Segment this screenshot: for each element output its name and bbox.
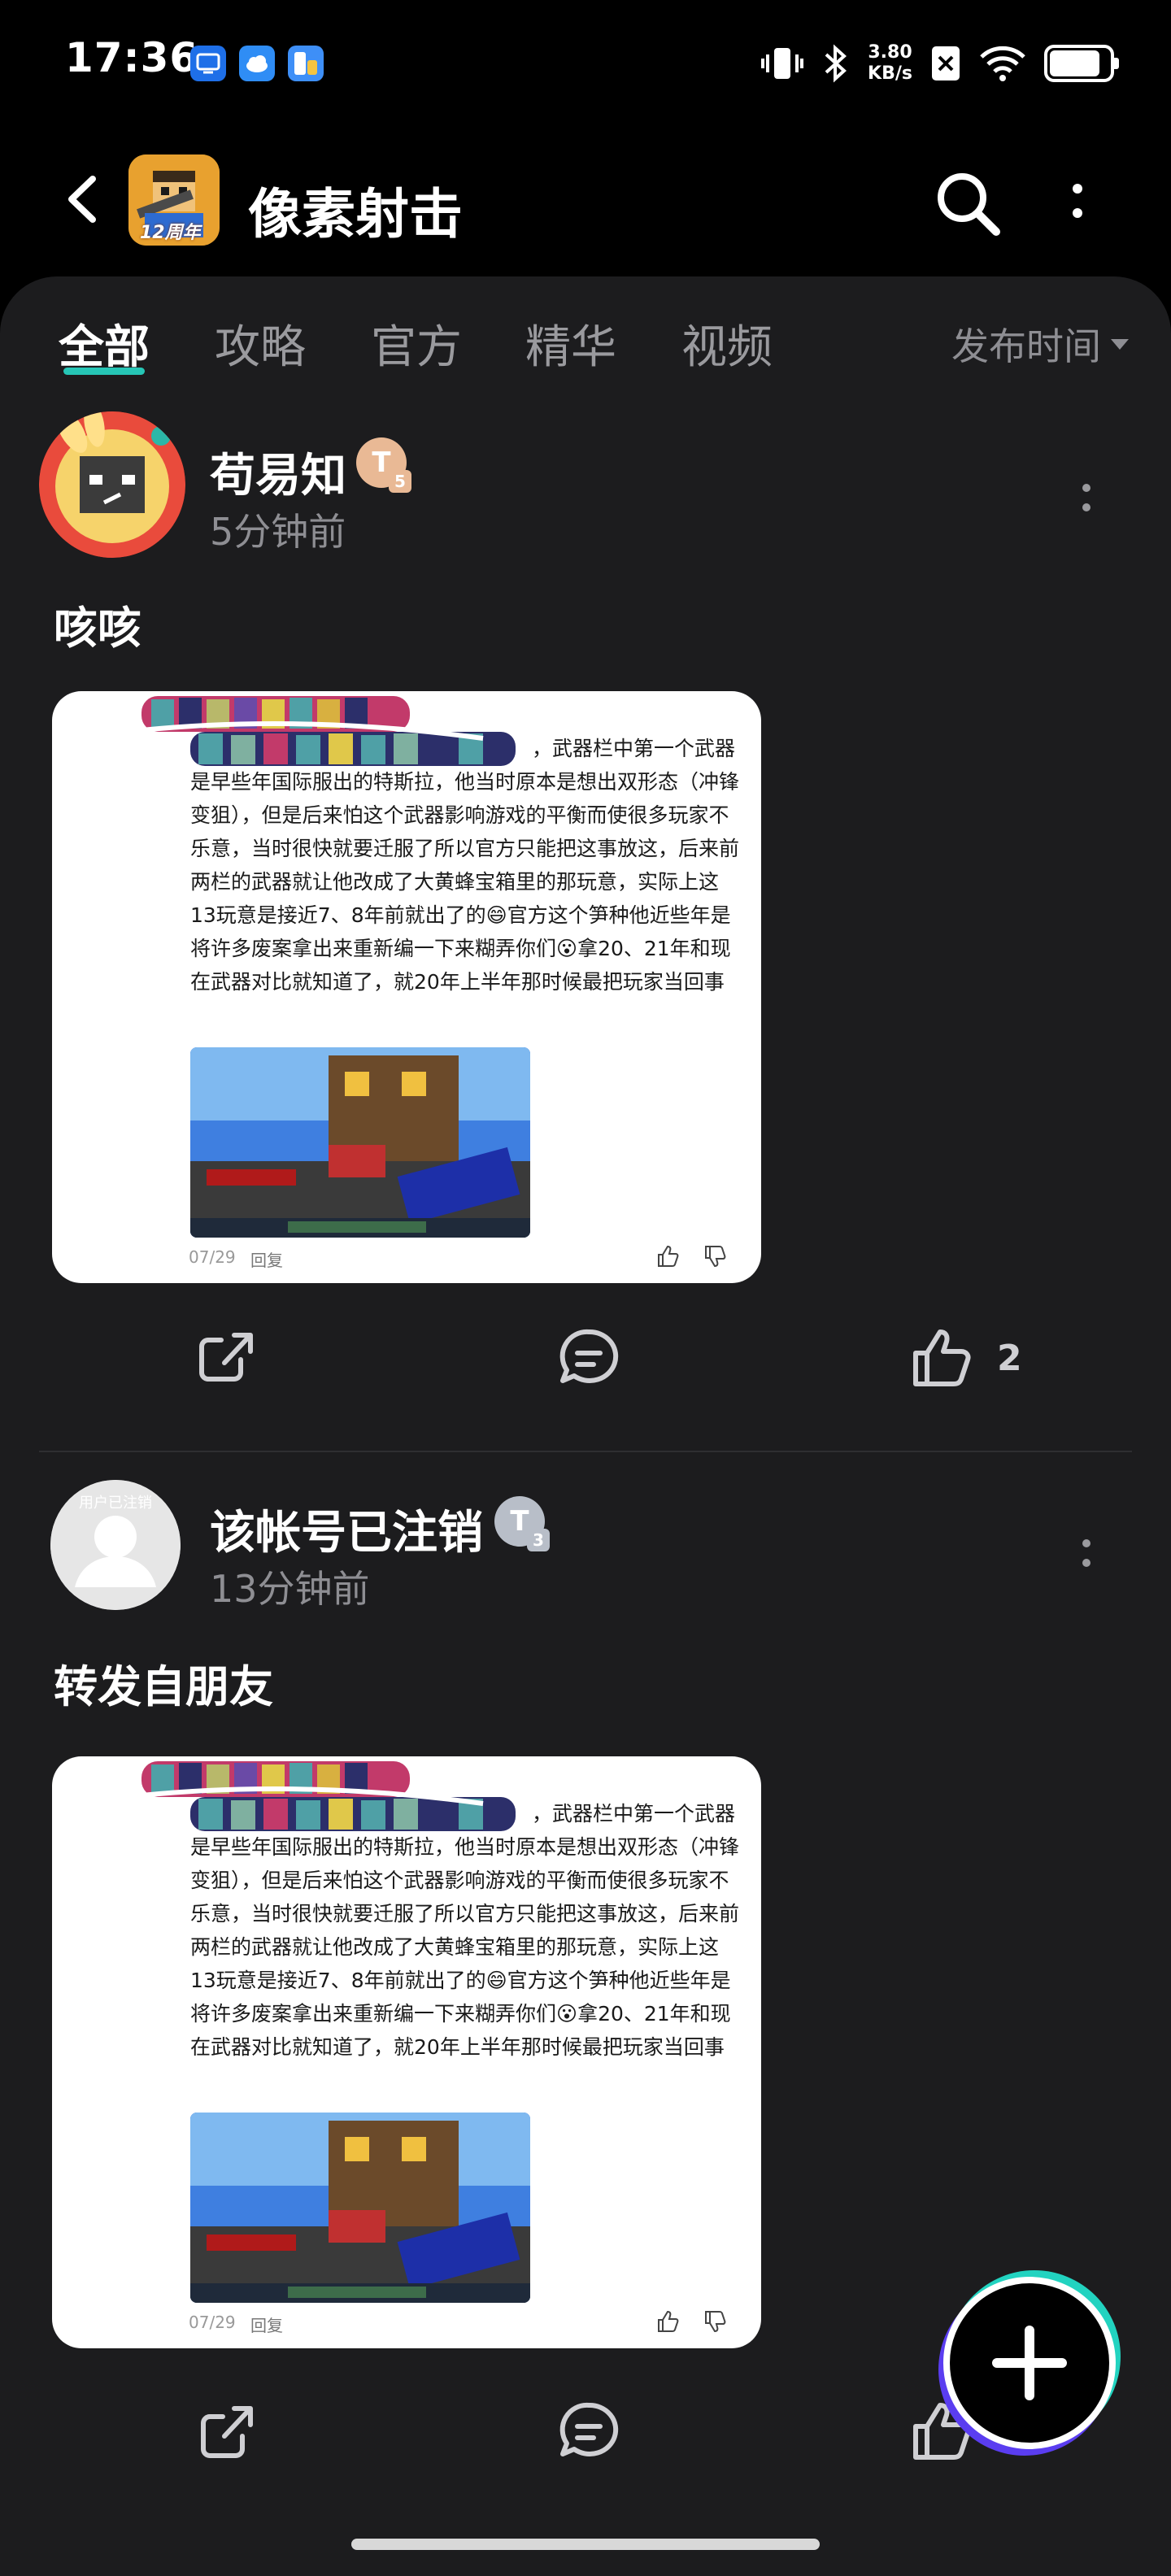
thumbs-up-icon — [658, 2310, 679, 2332]
status-bar: 17:36 3.80 KB/s — [0, 0, 1171, 122]
back-button[interactable] — [59, 171, 107, 228]
content-sheet: 全部 攻略 官方 精华 视频 发布时间 苟易知 T 5 5分钟前 咳咳 ，武器栏… — [0, 276, 1171, 2576]
post-more-icon[interactable] — [1072, 473, 1101, 522]
search-button[interactable] — [931, 167, 1004, 240]
level-number: 5 — [389, 470, 411, 493]
no-sim-icon — [932, 46, 960, 80]
caret-down-icon — [1111, 338, 1129, 350]
avatar-deleted-label: 用户已注销 — [79, 1495, 152, 1512]
thumbs-down-icon — [705, 1246, 726, 1268]
comment-icon[interactable] — [556, 1325, 621, 1390]
avatar[interactable] — [39, 411, 185, 558]
tab-bar: 全部 攻略 官方 精华 视频 发布时间 — [0, 276, 1171, 398]
vibrate-icon — [761, 48, 804, 79]
wifi-icon — [980, 46, 1025, 81]
app-header: 12周年 像素射击 — [0, 122, 1171, 276]
screenshot-reply-label: 回复 — [250, 1251, 283, 1270]
level-number: 3 — [527, 1529, 550, 1551]
game-screenshot-thumbnail[interactable] — [190, 2113, 530, 2303]
post-divider — [39, 1451, 1132, 1452]
active-tab-indicator — [63, 368, 145, 375]
like-button[interactable]: 2 — [909, 1325, 1022, 1390]
post-text[interactable]: 转发自朋友 — [54, 1651, 273, 1715]
net-speed-unit: KB/s — [868, 63, 912, 84]
comment-icon[interactable] — [556, 2399, 621, 2464]
post-time: 5分钟前 — [210, 510, 346, 554]
author-name[interactable]: 该帐号已注销 — [210, 1496, 483, 1562]
game-icon[interactable]: 12周年 — [128, 154, 220, 246]
home-indicator[interactable] — [351, 2539, 820, 2550]
avatar[interactable]: 用户已注销 — [50, 1480, 181, 1610]
tab-official[interactable]: 官方 — [371, 311, 462, 376]
level-badge: T 3 — [494, 1496, 550, 1551]
like-count: 2 — [997, 1337, 1022, 1379]
net-speed: 3.80 KB/s — [868, 42, 912, 85]
author-name[interactable]: 苟易知 — [210, 439, 346, 505]
cast-icon — [190, 46, 226, 81]
tab-featured[interactable]: 精华 — [525, 311, 616, 376]
post-action-bar: 2 — [0, 1309, 1171, 1407]
post-card[interactable]: 苟易知 T 5 5分钟前 咳咳 ，武器栏中第一个武器是早些年国际服出的特斯拉，他… — [0, 407, 1171, 1386]
net-speed-value: 3.80 — [868, 42, 912, 63]
battery-icon — [1044, 45, 1119, 82]
post-image[interactable]: ，武器栏中第一个武器是早些年国际服出的特斯拉，他当时原本是想出双形态（冲锋变狙）… — [52, 1756, 761, 2348]
tab-guides[interactable]: 攻略 — [215, 311, 306, 376]
sort-dropdown[interactable]: 发布时间 — [951, 317, 1129, 371]
sort-label: 发布时间 — [951, 324, 1101, 368]
thumbs-down-icon — [705, 2311, 726, 2333]
level-badge: T 5 — [356, 437, 411, 493]
screenshot-text: ，武器栏中第一个武器是早些年国际服出的特斯拉，他当时原本是想出双形态（冲锋变狙）… — [190, 732, 743, 999]
more-options-button[interactable] — [1061, 171, 1094, 236]
post-image[interactable]: ，武器栏中第一个武器是早些年国际服出的特斯拉，他当时原本是想出双形态（冲锋变狙）… — [52, 691, 761, 1283]
screenshot-date: 07/29 — [189, 1247, 236, 1267]
screenshot-reply-label: 回复 — [250, 2316, 283, 2335]
share-icon[interactable] — [195, 2399, 260, 2464]
game-screenshot-thumbnail[interactable] — [190, 1047, 530, 1238]
screenshot-text-content: ，武器栏中第一个武器是早些年国际服出的特斯拉，他当时原本是想出双形态（冲锋变狙）… — [190, 737, 740, 994]
page-title: 像素射击 — [248, 183, 463, 246]
screenshot-text: ，武器栏中第一个武器是早些年国际服出的特斯拉，他当时原本是想出双形态（冲锋变狙）… — [190, 1797, 743, 2064]
screenshot-date: 07/29 — [189, 2313, 236, 2332]
post-time: 13分钟前 — [210, 1567, 370, 1611]
create-post-button[interactable] — [943, 2277, 1116, 2449]
plus-icon — [992, 2326, 1067, 2400]
like-icon — [913, 1329, 971, 1386]
post-more-icon[interactable] — [1072, 1529, 1101, 1577]
post-text[interactable]: 咳咳 — [54, 592, 141, 656]
tab-all[interactable]: 全部 — [59, 311, 150, 376]
cloud-icon — [239, 46, 275, 81]
battery-level — [1050, 50, 1099, 76]
bluetooth-icon — [825, 44, 847, 83]
status-time: 17:36 — [65, 34, 199, 81]
screenshot-text-content: ，武器栏中第一个武器是早些年国际服出的特斯拉，他当时原本是想出双形态（冲锋变狙）… — [190, 1802, 740, 2059]
share-icon[interactable] — [195, 1325, 260, 1390]
game-icon-badge: 12周年 — [140, 223, 201, 243]
tab-videos[interactable]: 视频 — [681, 311, 773, 376]
file-icon — [288, 46, 324, 81]
thumbs-up-icon — [658, 1245, 679, 1267]
status-indicators: 3.80 KB/s — [760, 39, 1119, 88]
